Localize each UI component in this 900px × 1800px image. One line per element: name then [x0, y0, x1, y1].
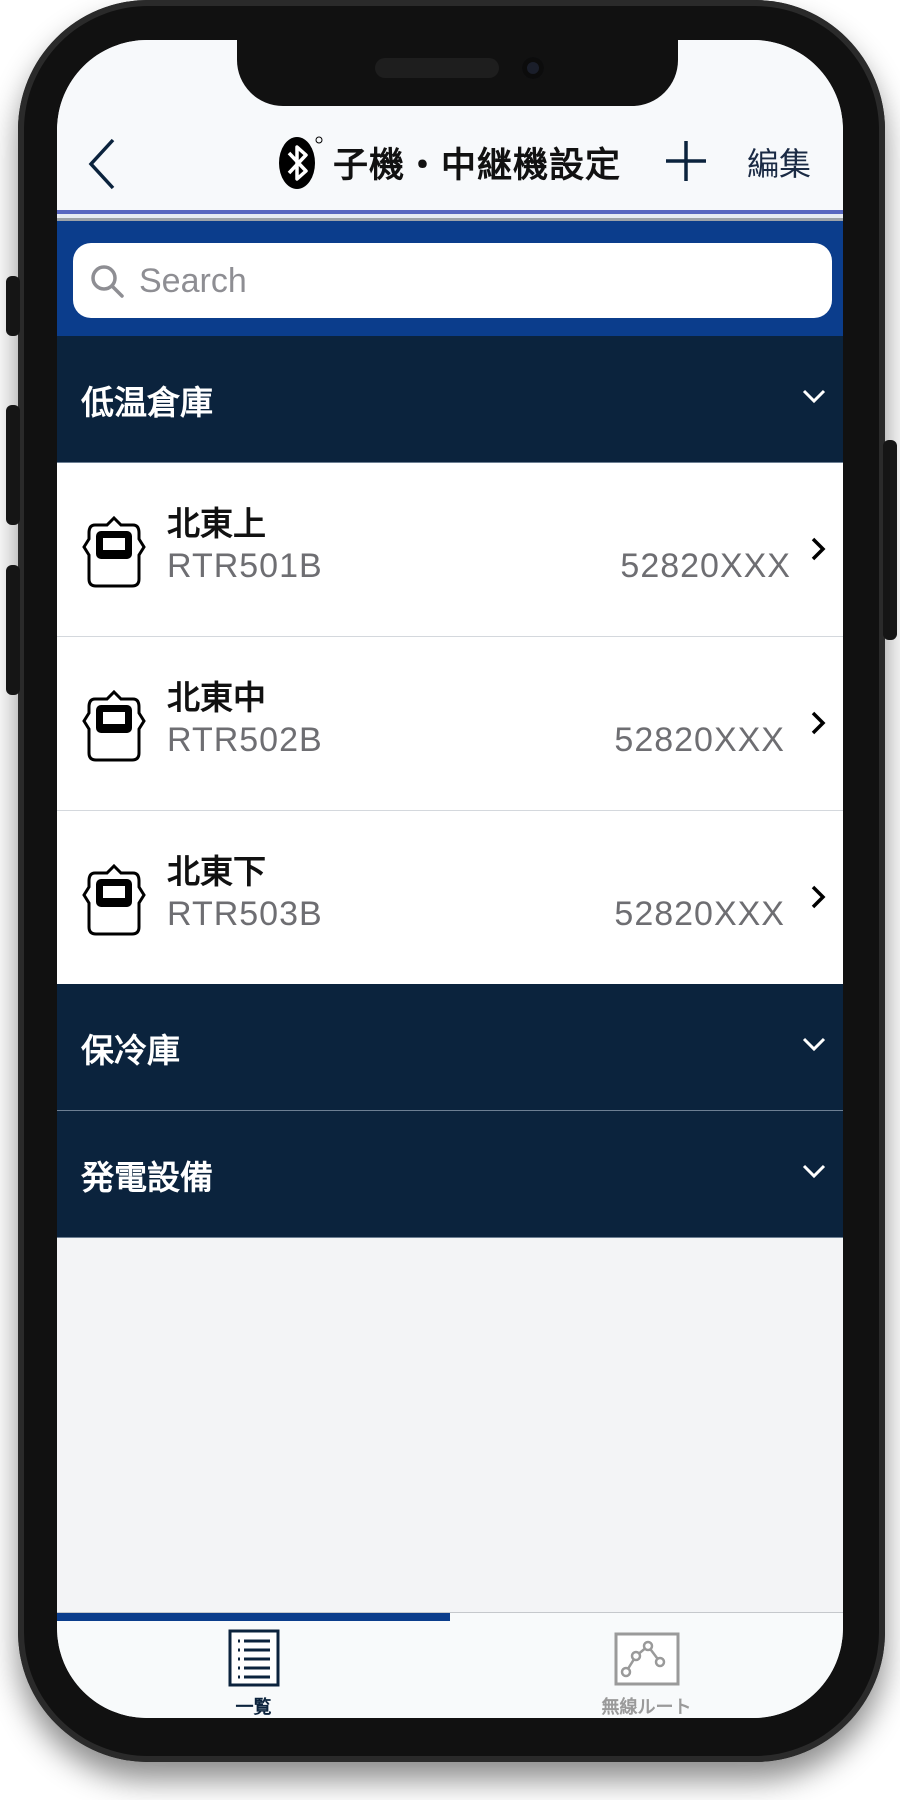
page-title: 子機・中継機設定: [332, 145, 621, 186]
search-input[interactable]: [137, 253, 801, 310]
device-row[interactable]: 北東下 RTR503B 52820XXX: [57, 811, 843, 985]
bluetooth-icon: [278, 136, 323, 189]
logger-device-icon: [82, 689, 146, 762]
device-notch: [237, 40, 678, 106]
section-label: 発電設備: [81, 1158, 213, 1197]
edit-button[interactable]: 編集: [747, 139, 811, 185]
tab-label: 無線ルート: [601, 1697, 692, 1718]
chevron-right-icon: [811, 885, 826, 909]
chevron-right-icon: [811, 537, 826, 561]
section-label: 保冷庫: [81, 1031, 180, 1070]
section-header-power-equipment[interactable]: 発電設備: [57, 1111, 843, 1238]
device-name: 北東中: [167, 678, 266, 717]
volume-down-button: [6, 565, 20, 695]
device-row[interactable]: 北東中 RTR502B 52820XXX: [57, 637, 843, 811]
empty-list-area: [57, 1238, 843, 1612]
logger-device-icon: [82, 863, 146, 936]
tab-label: 一覧: [235, 1697, 272, 1718]
device-serial: 52820XXX: [620, 547, 791, 585]
search-field[interactable]: [73, 243, 832, 318]
speaker-grille: [375, 58, 499, 78]
route-graph-icon: [614, 1632, 679, 1686]
chevron-right-icon: [811, 711, 826, 735]
active-tab-indicator: [57, 1613, 450, 1621]
chevron-down-icon: [802, 1037, 826, 1052]
section-header-cold-storage[interactable]: 保冷庫: [57, 984, 843, 1111]
device-row[interactable]: 北東上 RTR501B 52820XXX: [57, 463, 843, 637]
search-bar-container: [57, 221, 843, 336]
front-camera: [522, 57, 544, 79]
mute-switch: [6, 276, 20, 336]
device-serial: 52820XXX: [614, 895, 785, 933]
logger-device-icon: [82, 515, 146, 588]
list-icon: [228, 1629, 279, 1687]
chevron-down-icon: [802, 389, 826, 404]
device-model: RTR501B: [167, 547, 323, 585]
title-group: 子機・中継機設定: [57, 132, 843, 192]
tab-list[interactable]: 一覧: [57, 1623, 450, 1718]
tab-wireless-route[interactable]: 無線ルート: [450, 1623, 843, 1718]
volume-up-button: [6, 405, 20, 525]
device-name: 北東下: [167, 852, 266, 891]
device-name: 北東上: [167, 504, 266, 543]
add-button[interactable]: [663, 138, 709, 184]
section-label: 低温倉庫: [81, 383, 213, 422]
app-screen: 子機・中継機設定 編集 低温倉庫 北東上 RTR501B 52820XXX: [57, 40, 843, 1718]
power-button: [883, 440, 897, 640]
device-serial: 52820XXX: [614, 721, 785, 759]
device-model: RTR502B: [167, 721, 323, 759]
tab-bar: 一覧 無線ルート: [57, 1612, 843, 1718]
plus-icon: [666, 141, 706, 181]
device-model: RTR503B: [167, 895, 323, 933]
chevron-down-icon: [802, 1164, 826, 1179]
section-header-low-temp-warehouse[interactable]: 低温倉庫: [57, 336, 843, 463]
search-icon: [91, 265, 124, 298]
